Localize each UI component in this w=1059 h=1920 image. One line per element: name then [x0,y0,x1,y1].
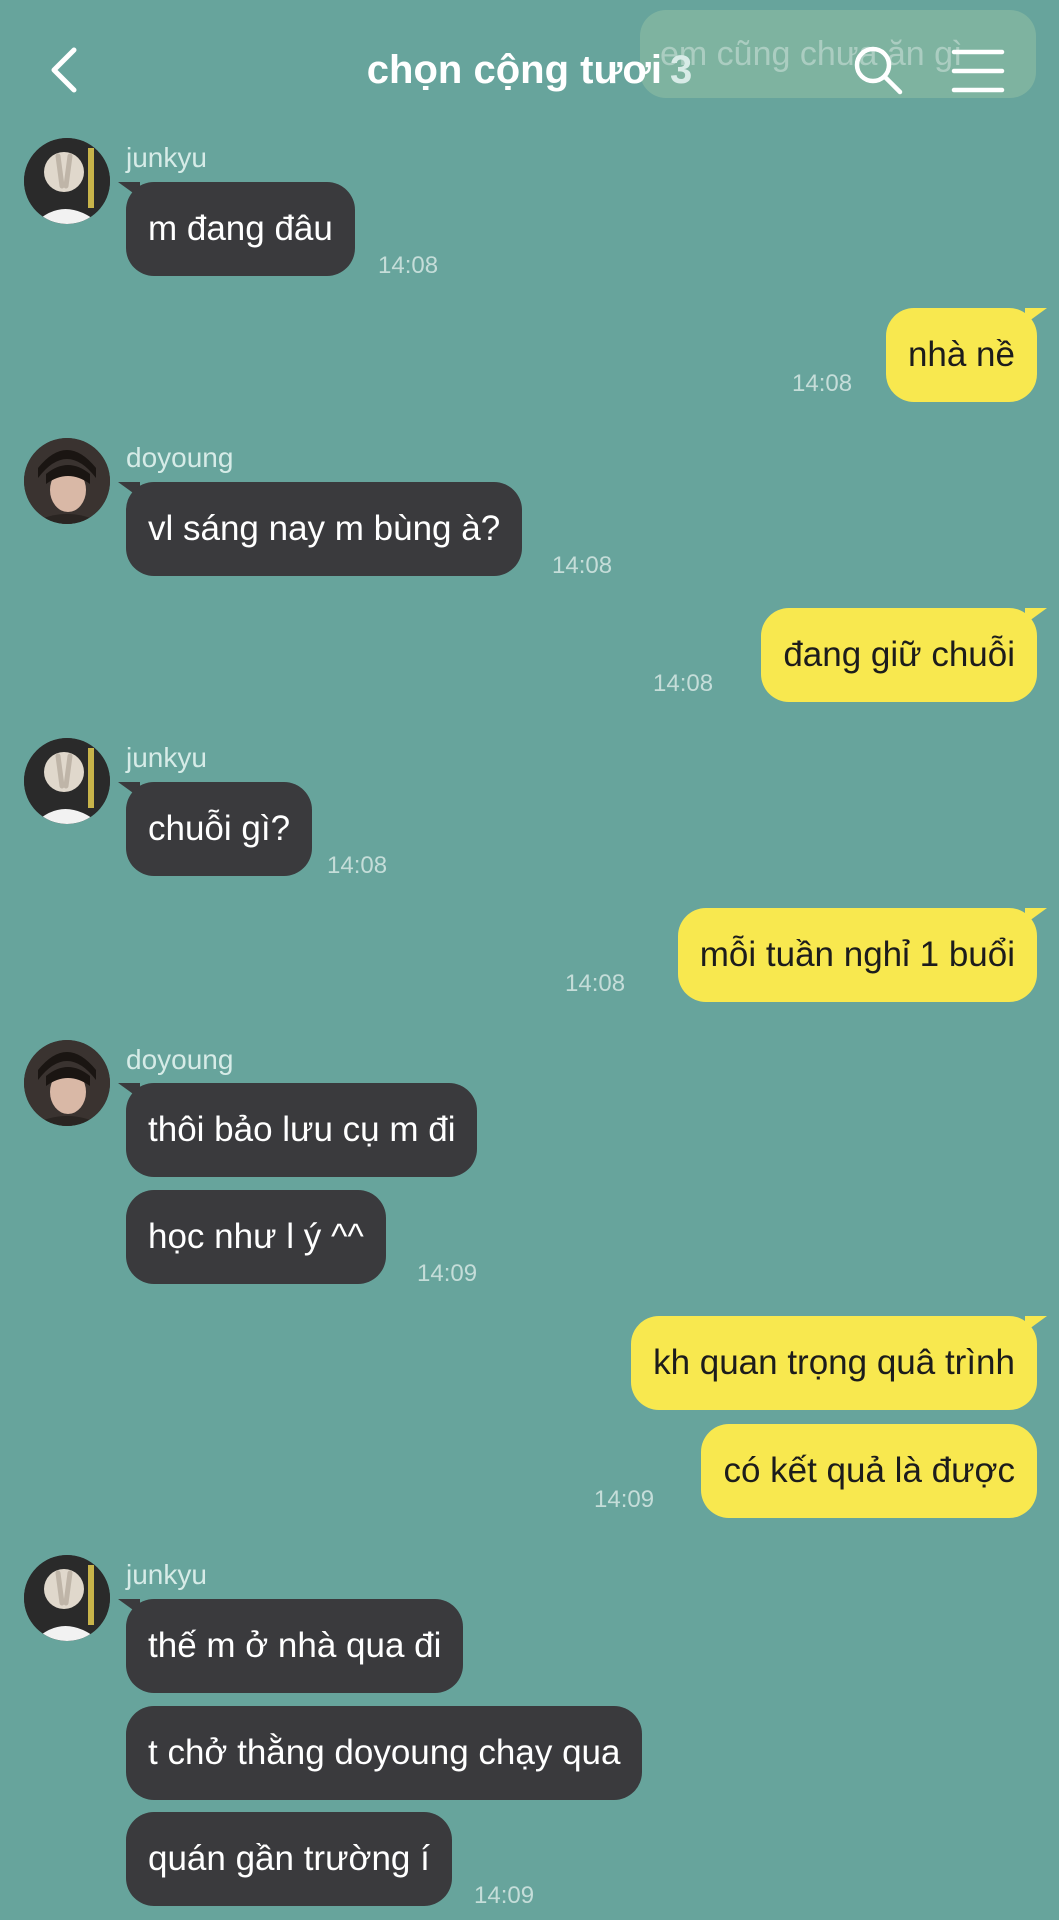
message-bubble-incoming[interactable]: quán gần trường í [126,1812,452,1906]
message-timestamp: 14:08 [653,670,714,697]
menu-button[interactable] [950,46,1006,96]
message-bubble-outgoing[interactable]: kh quan trọng quâ trình [631,1316,1037,1410]
user-photo-icon [24,438,110,524]
bubble-tail [1025,908,1047,924]
bubble-tail [1025,308,1047,324]
chat-screen: em cũng chưa ăn gì chọn cộng tươi 3 junk… [0,0,1059,1920]
message-bubble-incoming[interactable]: thôi bảo lưu cụ m đi [126,1083,478,1177]
user-photo-icon [24,738,110,824]
user-photo-icon [24,1040,110,1126]
user-photo-icon [24,1555,110,1641]
message-timestamp: 14:09 [417,1260,478,1287]
message-bubble-incoming[interactable]: học như l ý ^^ [126,1190,386,1284]
search-button[interactable] [850,42,906,98]
sender-name: junkyu [126,1559,207,1590]
bubble-tail [1025,608,1047,624]
message-timestamp: 14:09 [474,1882,535,1909]
search-icon [854,46,903,95]
message-bubble-incoming[interactable]: t chở thằng doyoung chạy qua [126,1706,643,1800]
message-bubble-incoming[interactable]: vl sáng nay m bùng à? [126,482,523,576]
chat-name: chọn cộng tươi [366,48,662,92]
message-timestamp: 14:09 [594,1486,655,1513]
user-photo-icon [24,138,110,224]
avatar-doyoung[interactable] [24,438,110,524]
bubble-tail [1025,1316,1047,1332]
message-bubble-outgoing[interactable]: nhà nề [885,308,1037,402]
sender-name: doyoung [126,1044,234,1075]
avatar-doyoung[interactable] [24,1040,110,1126]
message-timestamp: 14:08 [378,252,439,279]
message-bubble-incoming[interactable]: thế m ở nhà qua đi [126,1599,464,1693]
message-bubble-outgoing[interactable]: mỗi tuần nghỉ 1 buổi [677,908,1037,1002]
sender-name: junkyu [126,142,207,173]
avatar-junkyu[interactable] [24,738,110,824]
message-bubble-outgoing[interactable]: có kết quả là được [701,1424,1037,1518]
message-bubble-incoming[interactable]: chuỗi gì? [126,782,313,876]
message-timestamp: 14:08 [565,970,626,997]
hamburger-menu-icon [951,49,1005,93]
message-bubble-incoming[interactable]: m đang đâu [126,182,355,276]
member-count: 3 [669,48,693,92]
message-bubble-outgoing[interactable]: đang giữ chuỗi [761,608,1037,702]
message-timestamp: 14:08 [552,552,613,579]
chat-header: em cũng chưa ăn gì chọn cộng tươi 3 [0,0,1059,140]
avatar-junkyu[interactable] [24,1555,110,1641]
message-timestamp: 14:08 [327,852,388,879]
message-timestamp: 14:08 [792,370,853,397]
avatar-junkyu[interactable] [24,138,110,224]
sender-name: junkyu [126,742,207,773]
sender-name: doyoung [126,442,234,473]
